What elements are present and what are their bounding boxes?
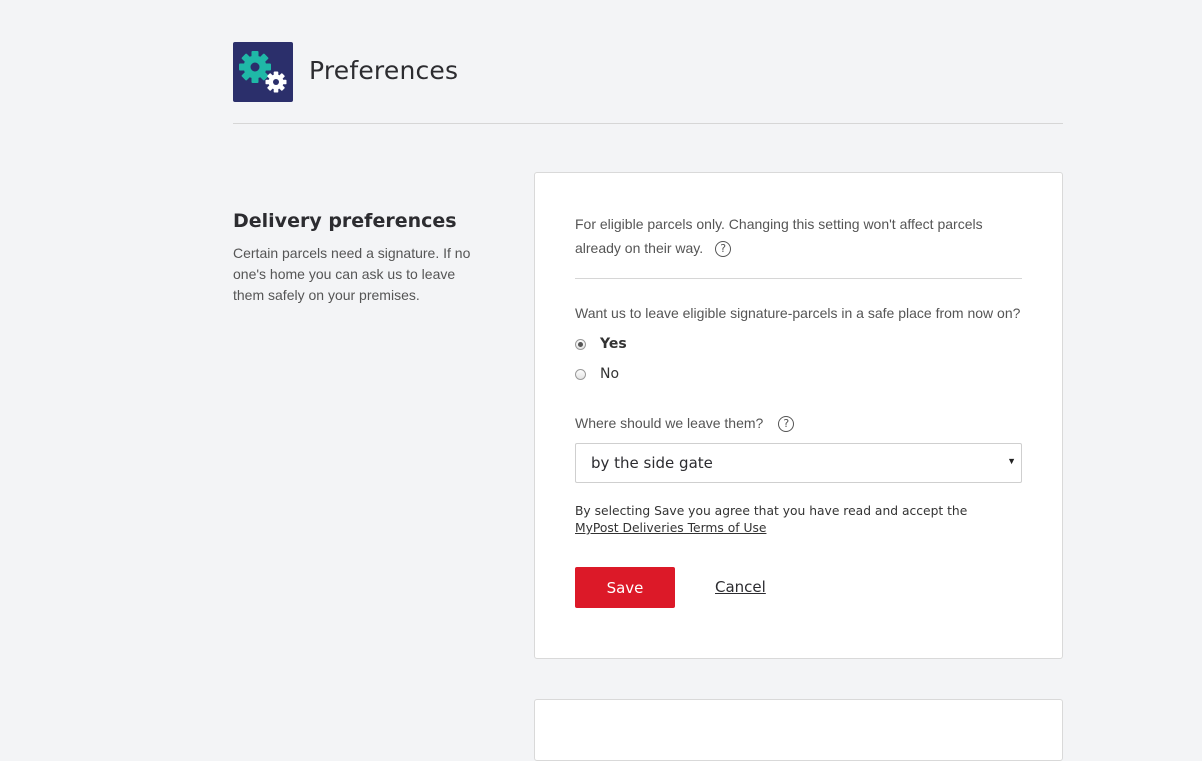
cancel-link[interactable]: Cancel — [715, 578, 766, 596]
location-select-value: by the side gate — [591, 454, 713, 472]
help-icon[interactable]: ? — [778, 416, 795, 432]
location-select[interactable]: by the side gate ▼ — [575, 443, 1022, 483]
gears-icon — [233, 42, 293, 102]
terms-notice: By selecting Save you agree that you hav… — [575, 503, 1022, 537]
next-section-card — [534, 699, 1063, 761]
terms-of-use-link[interactable]: MyPost Deliveries Terms of Use — [575, 521, 766, 535]
radio-option-no[interactable]: No — [575, 364, 619, 384]
chevron-down-icon: ▼ — [1007, 456, 1016, 466]
page-header: Preferences — [233, 42, 1063, 124]
location-label-text: Where should we leave them? — [575, 415, 764, 431]
divider — [575, 278, 1022, 279]
terms-text: By selecting Save you agree that you hav… — [575, 504, 968, 518]
section-description: Certain parcels need a signature. If no … — [233, 245, 471, 303]
page-title: Preferences — [309, 56, 459, 85]
eligibility-note: For eligible parcels only. Changing this… — [575, 212, 1022, 260]
radio-no-label: No — [600, 366, 620, 382]
delivery-preferences-card: For eligible parcels only. Changing this… — [534, 172, 1063, 659]
save-button[interactable]: Save — [575, 567, 675, 608]
help-icon[interactable]: ? — [715, 241, 732, 257]
location-label: Where should we leave them?? — [575, 415, 795, 432]
safe-place-question: Want us to leave eligible signature-parc… — [575, 305, 1021, 321]
radio-no[interactable] — [575, 368, 586, 380]
radio-option-yes[interactable]: Yes — [575, 334, 627, 354]
section-heading: Delivery preferences — [233, 210, 457, 232]
radio-yes-label: Yes — [600, 336, 627, 352]
eligibility-note-text: For eligible parcels only. Changing this… — [575, 216, 983, 256]
delivery-preferences-section: Delivery preferences Certain parcels nee… — [233, 208, 483, 306]
radio-yes[interactable] — [575, 338, 586, 350]
